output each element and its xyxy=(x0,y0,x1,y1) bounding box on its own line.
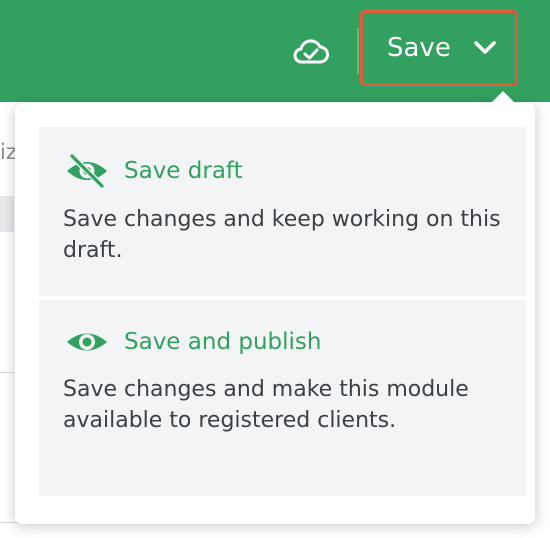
header-divider xyxy=(357,28,359,74)
menu-item-description: Save changes and make this module availa… xyxy=(63,377,469,433)
eye-slash-icon xyxy=(67,153,107,189)
background-divider xyxy=(0,372,14,373)
chevron-down-icon xyxy=(474,41,496,54)
save-button[interactable]: Save xyxy=(360,10,518,86)
menu-item-save-draft[interactable]: Save draft Save changes and keep working… xyxy=(39,127,526,296)
background-table-header xyxy=(0,196,14,232)
menu-caret xyxy=(491,91,515,103)
save-button-label: Save xyxy=(387,33,451,63)
menu-item-title: Save draft xyxy=(124,157,243,184)
cloud-check-icon[interactable] xyxy=(292,36,330,66)
menu-item-header: Save draft xyxy=(65,153,243,189)
menu-item-header: Save and publish xyxy=(65,324,321,360)
menu-item-save-publish[interactable]: Save and publish Save changes and make t… xyxy=(39,300,526,496)
menu-item-description: Save changes and keep working on this dr… xyxy=(63,207,501,263)
top-header-bar: Save xyxy=(0,0,550,102)
eye-icon xyxy=(67,333,107,351)
menu-item-title: Save and publish xyxy=(124,328,322,355)
save-options-menu: Save draft Save changes and keep working… xyxy=(15,91,535,524)
